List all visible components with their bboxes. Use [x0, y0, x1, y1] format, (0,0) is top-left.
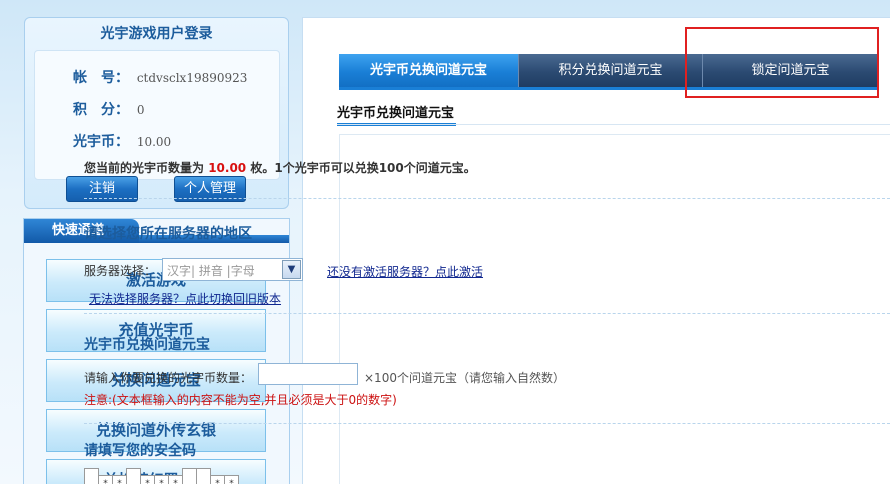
tab-bar: 光宇币兑换问道元宝 积分兑换问道元宝 锁定问道元宝: [339, 54, 879, 87]
chevron-down-icon[interactable]: ▼: [282, 260, 301, 279]
server-select[interactable]: 汉字| 拼音 |字母 ▼: [162, 258, 303, 281]
account-label: 帐 号：: [73, 70, 129, 86]
coins-label: 光宇币：: [73, 134, 129, 150]
coin-balance-info: 您当前的光宇币数量为 10.00 枚。1个光宇币可以兑换100个问道元宝。: [84, 159, 476, 176]
info-prefix: 您当前的光宇币数量为: [84, 161, 205, 175]
server-select-label: 服务器选择：: [84, 264, 157, 278]
security-cell[interactable]: *: [168, 475, 183, 484]
server-select-placeholder: 汉字| 拼音 |字母: [167, 264, 255, 278]
section-title: 光宇币兑换问道元宝: [337, 104, 457, 126]
security-cell[interactable]: *: [210, 475, 225, 484]
divider: [84, 313, 890, 314]
divider: [84, 423, 890, 424]
section-divider: [337, 124, 890, 125]
tab-coin-exchange[interactable]: 光宇币兑换问道元宝: [339, 54, 519, 87]
login-title: 光宇游戏用户登录: [100, 26, 213, 42]
account-row: 帐 号： ctdvsclx19890923: [73, 67, 247, 89]
security-cell[interactable]: *: [140, 475, 155, 484]
coin-balance-amount: 10.00: [208, 161, 247, 175]
form-box: [339, 134, 890, 484]
security-heading: 请填写您的安全码: [84, 443, 196, 459]
tab-lock-yuanbao[interactable]: 锁定问道元宝: [703, 54, 879, 87]
divider: [84, 198, 890, 199]
info-suffix: 枚。1个光宇币可以兑换100个问道元宝。: [250, 161, 476, 175]
points-row: 积 分： 0: [73, 99, 144, 121]
switch-old-version-link[interactable]: 无法选择服务器？点此切换回旧版本: [89, 290, 281, 307]
coin-unit-text: ×100个问道元宝（请您输入自然数）: [364, 371, 565, 385]
points-value: 0: [136, 103, 145, 117]
security-cell[interactable]: [182, 468, 197, 484]
input-note: 注意:(文本框输入的内容不能为空,并且必须是大于0的数字): [84, 393, 397, 407]
coins-value: 10.00: [136, 135, 172, 149]
security-cell[interactable]: *: [112, 475, 127, 484]
points-label: 积 分：: [73, 102, 129, 118]
tab-points-exchange[interactable]: 积分兑换问道元宝: [519, 54, 703, 87]
content-panel: 光宇币兑换问道元宝 积分兑换问道元宝 锁定问道元宝 光宇币兑换问道元宝: [302, 17, 890, 484]
security-cell[interactable]: *: [154, 475, 169, 484]
coin-amount-label: 请输入你要兑换的光宇币数量：: [84, 371, 253, 385]
region-heading: 请选择您所在服务器的地区: [84, 226, 252, 242]
login-panel: 光宇游戏用户登录 帐 号： ctdvsclx19890923 积 分： 0 光宇…: [24, 17, 289, 209]
tab-underline: [339, 87, 879, 90]
coin-amount-input[interactable]: [258, 363, 358, 385]
security-cell[interactable]: [126, 468, 141, 484]
security-cell[interactable]: *: [224, 475, 239, 484]
security-cell[interactable]: [84, 468, 99, 484]
security-code-grid[interactable]: * * * * * * *: [84, 468, 239, 484]
account-value: ctdvsclx19890923: [136, 71, 248, 85]
coins-row: 光宇币： 10.00: [73, 131, 171, 153]
security-cell[interactable]: *: [98, 475, 113, 484]
exchange-heading: 光宇币兑换问道元宝: [84, 337, 210, 353]
security-cell[interactable]: [196, 468, 211, 484]
activate-server-link[interactable]: 还没有激活服务器？点此激活: [327, 263, 483, 280]
